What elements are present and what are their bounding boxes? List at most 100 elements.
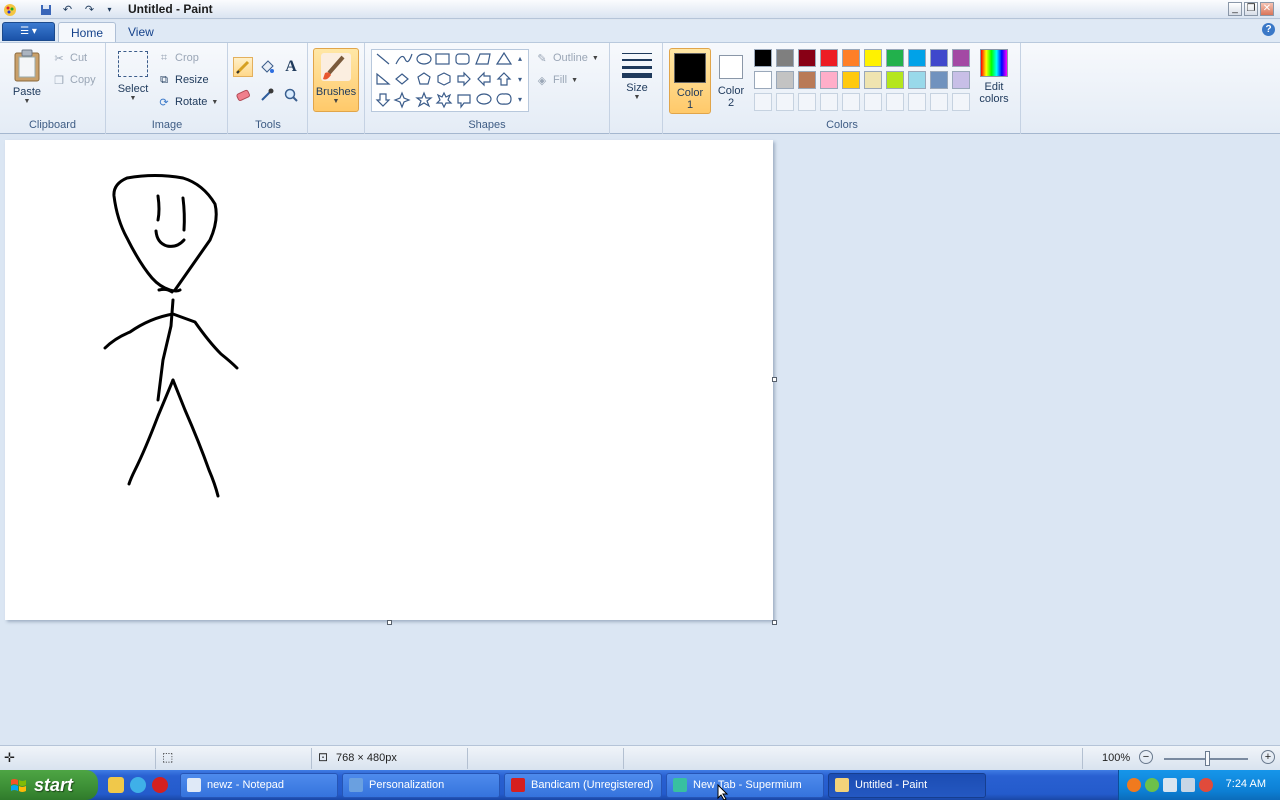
magnifier-icon[interactable] [281,85,301,105]
color-swatch[interactable] [952,49,970,67]
taskbar-task-button[interactable]: New Tab - Supermium [666,773,824,798]
tray-status-icon[interactable] [1145,778,1159,792]
color2-button[interactable]: Color 2 [714,48,748,114]
eraser-icon[interactable] [233,85,253,105]
zoom-out-icon[interactable]: − [1139,750,1153,764]
color-swatch[interactable] [952,71,970,89]
color-picker-icon[interactable] [257,85,277,105]
customize-quick-access-icon[interactable]: ▾ [102,2,117,17]
color-swatch[interactable] [842,49,860,67]
color-swatch[interactable] [930,49,948,67]
select-button[interactable]: Select ▼ [113,51,153,102]
custom-color-slot[interactable] [754,93,772,111]
color-swatch[interactable] [886,49,904,67]
paste-dropdown-icon[interactable]: ▼ [8,98,46,105]
redo-icon[interactable]: ↷ [82,2,97,17]
color-swatch[interactable] [776,71,794,89]
custom-color-slot[interactable] [864,93,882,111]
rotate-label: Rotate [175,96,208,108]
pencil-icon[interactable] [233,57,253,77]
text-tool-icon[interactable]: A [281,57,301,77]
zoom-in-icon[interactable]: + [1261,750,1275,764]
color-swatch[interactable] [930,71,948,89]
custom-color-slot[interactable] [908,93,926,111]
crop-button[interactable]: ⌗ Crop [157,49,199,67]
quick-launch-explorer-icon[interactable] [108,777,124,793]
custom-color-slot[interactable] [798,93,816,111]
outline-button[interactable]: ✎ Outline ▼ [535,49,598,67]
select-dropdown-icon[interactable]: ▼ [113,95,153,102]
color1-button[interactable]: Color 1 [669,48,711,114]
custom-color-slot[interactable] [842,93,860,111]
color-swatch[interactable] [908,49,926,67]
custom-color-slot[interactable] [952,93,970,111]
tray-flag-icon[interactable] [1163,778,1177,792]
tab-view[interactable]: View [116,22,166,43]
color-swatch[interactable] [908,71,926,89]
tab-home[interactable]: Home [58,22,117,43]
brushes-button[interactable]: Brushes ▼ [313,48,359,112]
paste-label: Paste [12,86,42,98]
color-spectrum-icon [980,49,1008,77]
canvas-resize-handle-bottom[interactable] [387,620,392,625]
custom-color-slot[interactable] [886,93,904,111]
color-swatch[interactable] [820,71,838,89]
taskbar-clock[interactable]: 7:24 AM [1226,778,1266,790]
rotate-button[interactable]: ⟳ Rotate ▼ [157,93,218,111]
paste-button[interactable]: Paste ▼ [8,49,46,105]
close-button[interactable]: ✕ [1260,2,1274,16]
taskbar-task-button[interactable]: Personalization [342,773,500,798]
undo-icon[interactable]: ↶ [60,2,75,17]
fill-button[interactable]: ◈ Fill ▼ [535,71,578,89]
tray-volume-muted-icon[interactable] [1199,778,1213,792]
fill-label: Fill [553,74,568,86]
color2-swatch [719,55,743,79]
custom-color-slot[interactable] [776,93,794,111]
copy-button[interactable]: ❐ Copy [52,71,96,89]
fill-bucket-small-icon: ◈ [537,74,547,87]
quick-launch-record-icon[interactable] [152,777,168,793]
color-swatch[interactable] [754,71,772,89]
svg-text:▴: ▴ [518,54,522,63]
tray-search-icon[interactable] [1127,778,1141,792]
taskbar-task-button[interactable]: Untitled - Paint [828,773,986,798]
color-swatch[interactable] [798,71,816,89]
color-swatch[interactable] [864,49,882,67]
taskbar-task-button[interactable]: newz - Notepad [180,773,338,798]
clipboard-group-label: Clipboard [28,119,77,131]
minimize-button[interactable]: _ [1228,2,1242,16]
custom-color-slot[interactable] [820,93,838,111]
canvas-resize-handle-corner[interactable] [772,620,777,625]
resize-button[interactable]: ⧉ Resize [157,71,209,89]
custom-color-slot[interactable] [930,93,948,111]
paint-app-icon[interactable] [2,2,17,17]
select-rectangle-icon [118,51,148,77]
fill-bucket-icon[interactable] [257,57,277,77]
drawing-canvas[interactable] [5,140,773,620]
color-swatch[interactable] [820,49,838,67]
restore-button[interactable]: ❐ [1244,2,1258,16]
paint-menu-button[interactable]: ☰ ▾ [2,22,55,41]
tray-network-icon[interactable] [1181,778,1195,792]
shapes-group: ▴ ▾ ▾ ✎ Outline ▼ ◈ Fill ▼ Shapes [364,43,610,134]
zoom-slider-thumb[interactable] [1205,751,1210,766]
color-swatch[interactable] [886,71,904,89]
shapes-gallery: ▴ ▾ ▾ [371,49,529,112]
help-icon[interactable]: ? [1262,23,1275,36]
color-swatch[interactable] [754,49,772,67]
quick-launch-browser-icon[interactable] [130,777,146,793]
color-swatch[interactable] [798,49,816,67]
start-button[interactable]: start [0,770,98,800]
task-app-icon [673,778,687,792]
canvas-resize-handle-right[interactable] [772,377,777,382]
save-icon[interactable] [38,2,53,17]
shapes-gallery-icons[interactable]: ▴ ▾ ▾ [372,50,528,112]
color-swatch[interactable] [842,71,860,89]
cut-button[interactable]: ✂ Cut [52,49,87,67]
color-swatch[interactable] [864,71,882,89]
size-button[interactable]: Size ▼ [619,51,655,101]
color1-swatch [674,53,706,83]
taskbar-task-button[interactable]: Bandicam (Unregistered) [504,773,662,798]
edit-colors-button[interactable]: Edit colors [974,49,1014,105]
color-swatch[interactable] [776,49,794,67]
